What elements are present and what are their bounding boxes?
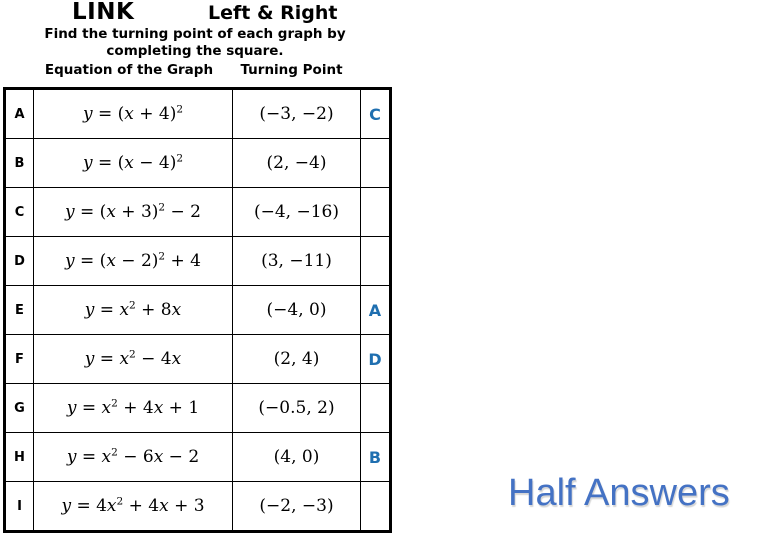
- column-header-row: Equation of the Graph Turning Point: [0, 62, 390, 82]
- title-row: LINK Left & Right: [0, 0, 390, 24]
- answer-cell[interactable]: B: [360, 432, 392, 482]
- table-row: Hy = x2 − 6x − 2 (4, 0) B: [3, 432, 392, 482]
- link-title: LINK: [72, 0, 135, 25]
- equation-cell: y = 4x2 + 4x + 3: [33, 481, 233, 533]
- equation-cell: y = x2 + 4x + 1: [33, 383, 233, 433]
- row-label: A: [3, 87, 34, 139]
- table-row: Cy = (x + 3)2 − 2 (−4, −16): [3, 187, 392, 237]
- answer-cell[interactable]: A: [360, 285, 392, 335]
- equation-cell: y = x2 − 4x: [33, 334, 233, 384]
- turning-point-cell: (−4, −16): [232, 187, 361, 237]
- answer-cell[interactable]: [360, 481, 392, 533]
- column-header-turning-point: Turning Point: [240, 62, 343, 78]
- table-row: Dy = (x − 2)2 + 4 (3, −11): [3, 236, 392, 286]
- table-body: Ay = (x + 4)2 (−3, −2) C By = (x − 4)2 (2, −…: [3, 87, 392, 533]
- answer-cell[interactable]: [360, 236, 392, 286]
- row-label: F: [3, 334, 34, 384]
- row-label: I: [3, 481, 34, 533]
- turning-point-cell: (−2, −3): [232, 481, 361, 533]
- equations-table: Ay = (x + 4)2 (−3, −2) C By = (x − 4)2 (2, −…: [3, 87, 392, 533]
- answer-cell[interactable]: D: [360, 334, 392, 384]
- row-label: D: [3, 236, 34, 286]
- table-row: Iy = 4x2 + 4x + 3 (−2, −3): [3, 481, 392, 533]
- table-row: By = (x − 4)2 (2, −4): [3, 138, 392, 188]
- topic-title: Left & Right: [208, 2, 338, 24]
- turning-point-cell: (2, −4): [232, 138, 361, 188]
- equation-cell: y = x2 + 8x: [33, 285, 233, 335]
- table-row: Ay = (x + 4)2 (−3, −2) C: [3, 87, 392, 139]
- row-label: H: [3, 432, 34, 482]
- table-row: Ey = x2 + 8x (−4, 0) A: [3, 285, 392, 335]
- worksheet-header: LINK Left & Right Find the turning point…: [0, 0, 390, 86]
- row-label: B: [3, 138, 34, 188]
- row-label: C: [3, 187, 34, 237]
- column-header-equation: Equation of the Graph: [44, 62, 214, 78]
- equation-cell: y = (x − 4)2: [33, 138, 233, 188]
- answer-cell[interactable]: [360, 187, 392, 237]
- turning-point-cell: (−0.5, 2): [232, 383, 361, 433]
- answer-cell[interactable]: [360, 383, 392, 433]
- turning-point-cell: (3, −11): [232, 236, 361, 286]
- half-answers-watermark: Half Answers: [508, 472, 730, 514]
- equation-cell: y = (x − 2)2 + 4: [33, 236, 233, 286]
- turning-point-cell: (−4, 0): [232, 285, 361, 335]
- table-row: Fy = x2 − 4x (2, 4) D: [3, 334, 392, 384]
- turning-point-cell: (−3, −2): [232, 87, 361, 139]
- turning-point-cell: (2, 4): [232, 334, 361, 384]
- instruction-subtitle: Find the turning point of each graph by …: [44, 26, 346, 59]
- equation-cell: y = x2 − 6x − 2: [33, 432, 233, 482]
- row-label: E: [3, 285, 34, 335]
- row-label: G: [3, 383, 34, 433]
- table-row: Gy = x2 + 4x + 1 (−0.5, 2): [3, 383, 392, 433]
- answer-cell[interactable]: [360, 138, 392, 188]
- equation-cell: y = (x + 4)2: [33, 87, 233, 139]
- turning-point-cell: (4, 0): [232, 432, 361, 482]
- answer-cell[interactable]: C: [360, 87, 392, 139]
- equation-cell: y = (x + 3)2 − 2: [33, 187, 233, 237]
